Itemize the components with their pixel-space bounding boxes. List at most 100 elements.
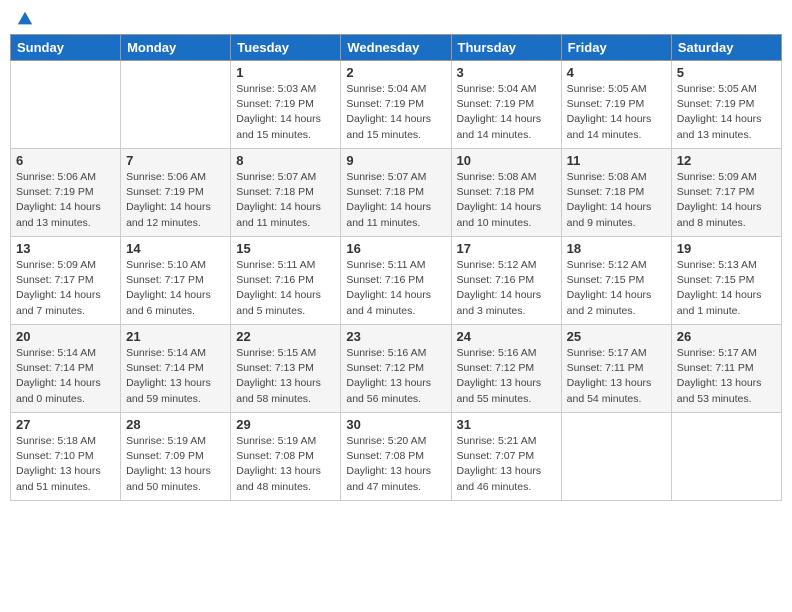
- day-info: Sunrise: 5:03 AM Sunset: 7:19 PM Dayligh…: [236, 82, 335, 143]
- calendar-cell: 24 Sunrise: 5:16 AM Sunset: 7:12 PM Dayli…: [451, 325, 561, 413]
- col-header-monday: Monday: [121, 35, 231, 61]
- calendar-cell: 13Sunrise: 5:09 AM Sunset: 7:17 PM Dayli…: [11, 237, 121, 325]
- calendar-cell: [561, 413, 671, 501]
- calendar-cell: 31Sunrise: 5:21 AM Sunset: 7:07 PM Dayli…: [451, 413, 561, 501]
- day-number: 7: [126, 153, 225, 168]
- col-header-tuesday: Tuesday: [231, 35, 341, 61]
- col-header-thursday: Thursday: [451, 35, 561, 61]
- calendar-cell: 1 Sunrise: 5:03 AM Sunset: 7:19 PM Daylig…: [231, 61, 341, 149]
- day-info: Sunrise: 5:14 AM Sunset: 7:14 PM Dayligh…: [16, 346, 115, 407]
- calendar-week-5: 27Sunrise: 5:18 AM Sunset: 7:10 PM Dayli…: [11, 413, 782, 501]
- day-number: 26: [677, 329, 776, 344]
- calendar-cell: 25 Sunrise: 5:17 AM Sunset: 7:11 PM Dayli…: [561, 325, 671, 413]
- calendar-cell: 26 Sunrise: 5:17 AM Sunset: 7:11 PM Dayli…: [671, 325, 781, 413]
- day-info: Sunrise: 5:09 AM Sunset: 7:17 PM Dayligh…: [16, 258, 115, 319]
- day-info: Sunrise: 5:13 AM Sunset: 7:15 PM Dayligh…: [677, 258, 776, 319]
- day-number: 11: [567, 153, 666, 168]
- calendar-cell: 19 Sunrise: 5:13 AM Sunset: 7:15 PM Dayli…: [671, 237, 781, 325]
- day-info: Sunrise: 5:17 AM Sunset: 7:11 PM Dayligh…: [677, 346, 776, 407]
- calendar-cell: 10 Sunrise: 5:08 AM Sunset: 7:18 PM Dayli…: [451, 149, 561, 237]
- day-info: Sunrise: 5:05 AM Sunset: 7:19 PM Dayligh…: [567, 82, 666, 143]
- calendar-cell: 3 Sunrise: 5:04 AM Sunset: 7:19 PM Daylig…: [451, 61, 561, 149]
- day-info: Sunrise: 5:14 AM Sunset: 7:14 PM Dayligh…: [126, 346, 225, 407]
- calendar-header-row: SundayMondayTuesdayWednesdayThursdayFrid…: [11, 35, 782, 61]
- col-header-saturday: Saturday: [671, 35, 781, 61]
- calendar-week-4: 20 Sunrise: 5:14 AM Sunset: 7:14 PM Dayli…: [11, 325, 782, 413]
- calendar-cell: 14Sunrise: 5:10 AM Sunset: 7:17 PM Dayli…: [121, 237, 231, 325]
- day-number: 22: [236, 329, 335, 344]
- calendar-cell: 8 Sunrise: 5:07 AM Sunset: 7:18 PM Daylig…: [231, 149, 341, 237]
- logo: [14, 10, 34, 26]
- day-info: Sunrise: 5:18 AM Sunset: 7:10 PM Dayligh…: [16, 434, 115, 495]
- day-number: 10: [457, 153, 556, 168]
- day-info: Sunrise: 5:11 AM Sunset: 7:16 PM Dayligh…: [346, 258, 445, 319]
- day-number: 8: [236, 153, 335, 168]
- day-number: 3: [457, 65, 556, 80]
- logo-icon: [16, 10, 34, 28]
- day-info: Sunrise: 5:16 AM Sunset: 7:12 PM Dayligh…: [346, 346, 445, 407]
- day-info: Sunrise: 5:07 AM Sunset: 7:18 PM Dayligh…: [346, 170, 445, 231]
- calendar-cell: 2Sunrise: 5:04 AM Sunset: 7:19 PM Daylig…: [341, 61, 451, 149]
- calendar-cell: 4 Sunrise: 5:05 AM Sunset: 7:19 PM Daylig…: [561, 61, 671, 149]
- calendar-cell: [121, 61, 231, 149]
- day-info: Sunrise: 5:15 AM Sunset: 7:13 PM Dayligh…: [236, 346, 335, 407]
- calendar-cell: 17Sunrise: 5:12 AM Sunset: 7:16 PM Dayli…: [451, 237, 561, 325]
- col-header-friday: Friday: [561, 35, 671, 61]
- calendar-week-2: 6 Sunrise: 5:06 AM Sunset: 7:19 PM Daylig…: [11, 149, 782, 237]
- page-header: [10, 10, 782, 26]
- calendar-cell: 30 Sunrise: 5:20 AM Sunset: 7:08 PM Dayli…: [341, 413, 451, 501]
- calendar-cell: 20 Sunrise: 5:14 AM Sunset: 7:14 PM Dayli…: [11, 325, 121, 413]
- calendar-week-3: 13Sunrise: 5:09 AM Sunset: 7:17 PM Dayli…: [11, 237, 782, 325]
- day-number: 5: [677, 65, 776, 80]
- day-info: Sunrise: 5:04 AM Sunset: 7:19 PM Dayligh…: [346, 82, 445, 143]
- day-info: Sunrise: 5:20 AM Sunset: 7:08 PM Dayligh…: [346, 434, 445, 495]
- day-number: 23: [346, 329, 445, 344]
- day-info: Sunrise: 5:17 AM Sunset: 7:11 PM Dayligh…: [567, 346, 666, 407]
- day-number: 21: [126, 329, 225, 344]
- calendar-week-1: 1 Sunrise: 5:03 AM Sunset: 7:19 PM Daylig…: [11, 61, 782, 149]
- day-number: 19: [677, 241, 776, 256]
- day-info: Sunrise: 5:06 AM Sunset: 7:19 PM Dayligh…: [16, 170, 115, 231]
- day-number: 9: [346, 153, 445, 168]
- day-number: 4: [567, 65, 666, 80]
- col-header-sunday: Sunday: [11, 35, 121, 61]
- day-number: 24: [457, 329, 556, 344]
- calendar-cell: [671, 413, 781, 501]
- day-info: Sunrise: 5:05 AM Sunset: 7:19 PM Dayligh…: [677, 82, 776, 143]
- calendar-cell: 15 Sunrise: 5:11 AM Sunset: 7:16 PM Dayli…: [231, 237, 341, 325]
- calendar-cell: 23 Sunrise: 5:16 AM Sunset: 7:12 PM Dayli…: [341, 325, 451, 413]
- calendar-cell: 9 Sunrise: 5:07 AM Sunset: 7:18 PM Daylig…: [341, 149, 451, 237]
- day-number: 20: [16, 329, 115, 344]
- day-number: 28: [126, 417, 225, 432]
- day-number: 15: [236, 241, 335, 256]
- calendar-cell: 16Sunrise: 5:11 AM Sunset: 7:16 PM Dayli…: [341, 237, 451, 325]
- day-info: Sunrise: 5:16 AM Sunset: 7:12 PM Dayligh…: [457, 346, 556, 407]
- day-info: Sunrise: 5:07 AM Sunset: 7:18 PM Dayligh…: [236, 170, 335, 231]
- calendar-cell: 22 Sunrise: 5:15 AM Sunset: 7:13 PM Dayli…: [231, 325, 341, 413]
- day-number: 1: [236, 65, 335, 80]
- day-number: 18: [567, 241, 666, 256]
- day-number: 6: [16, 153, 115, 168]
- day-number: 30: [346, 417, 445, 432]
- calendar-cell: [11, 61, 121, 149]
- day-info: Sunrise: 5:19 AM Sunset: 7:09 PM Dayligh…: [126, 434, 225, 495]
- calendar-table: SundayMondayTuesdayWednesdayThursdayFrid…: [10, 34, 782, 501]
- day-number: 12: [677, 153, 776, 168]
- day-info: Sunrise: 5:11 AM Sunset: 7:16 PM Dayligh…: [236, 258, 335, 319]
- day-info: Sunrise: 5:12 AM Sunset: 7:16 PM Dayligh…: [457, 258, 556, 319]
- day-number: 25: [567, 329, 666, 344]
- day-info: Sunrise: 5:06 AM Sunset: 7:19 PM Dayligh…: [126, 170, 225, 231]
- day-info: Sunrise: 5:04 AM Sunset: 7:19 PM Dayligh…: [457, 82, 556, 143]
- calendar-cell: 27Sunrise: 5:18 AM Sunset: 7:10 PM Dayli…: [11, 413, 121, 501]
- calendar-cell: 5 Sunrise: 5:05 AM Sunset: 7:19 PM Daylig…: [671, 61, 781, 149]
- day-number: 14: [126, 241, 225, 256]
- day-info: Sunrise: 5:19 AM Sunset: 7:08 PM Dayligh…: [236, 434, 335, 495]
- day-number: 29: [236, 417, 335, 432]
- calendar-cell: 21 Sunrise: 5:14 AM Sunset: 7:14 PM Dayli…: [121, 325, 231, 413]
- day-info: Sunrise: 5:09 AM Sunset: 7:17 PM Dayligh…: [677, 170, 776, 231]
- day-info: Sunrise: 5:08 AM Sunset: 7:18 PM Dayligh…: [457, 170, 556, 231]
- calendar-cell: 28 Sunrise: 5:19 AM Sunset: 7:09 PM Dayli…: [121, 413, 231, 501]
- calendar-cell: 29 Sunrise: 5:19 AM Sunset: 7:08 PM Dayli…: [231, 413, 341, 501]
- calendar-cell: 12 Sunrise: 5:09 AM Sunset: 7:17 PM Dayli…: [671, 149, 781, 237]
- calendar-cell: 18Sunrise: 5:12 AM Sunset: 7:15 PM Dayli…: [561, 237, 671, 325]
